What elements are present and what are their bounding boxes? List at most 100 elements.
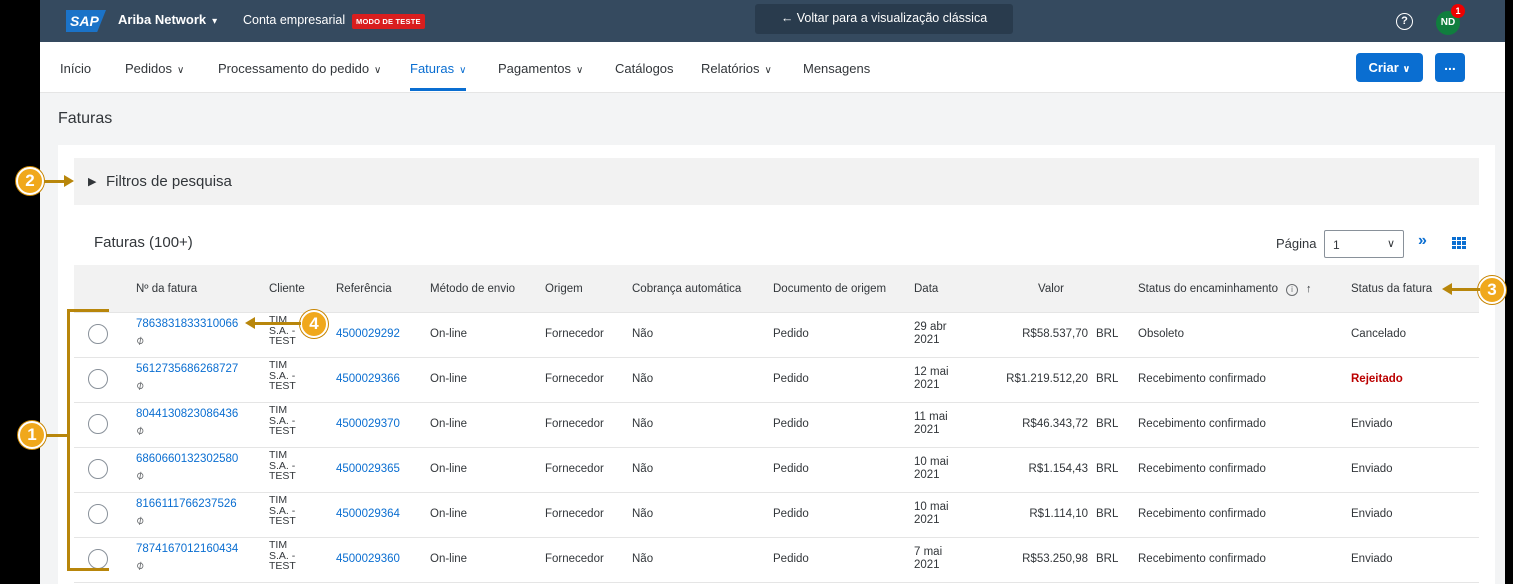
chevron-down-icon: ∨ bbox=[576, 65, 584, 76]
page-select[interactable]: 1 ∨ bbox=[1324, 230, 1404, 258]
attachment-icon[interactable]: ⌀ bbox=[133, 377, 147, 393]
auto-billing-cell: Não bbox=[632, 508, 654, 520]
reference-link[interactable]: 4500029364 bbox=[336, 508, 400, 520]
tab-label: Pedidos bbox=[125, 61, 172, 76]
attachment-icon[interactable]: ⌀ bbox=[133, 512, 147, 528]
product-switcher[interactable]: Ariba Network ▾ bbox=[118, 12, 217, 27]
client-line: TIM bbox=[269, 404, 288, 416]
routing-status-cell: Recebimento confirmado bbox=[1138, 553, 1266, 565]
table-row[interactable]: 7874167012160434 ⌀ TIM S.A. - TEST 4500029360… bbox=[74, 538, 1479, 583]
col-client[interactable]: Cliente bbox=[269, 283, 305, 295]
invoice-number-link[interactable]: 8166111766237526 bbox=[136, 498, 237, 510]
reference-link[interactable]: 4500029370 bbox=[336, 418, 400, 430]
annotation-badge-1: 1 bbox=[18, 421, 46, 449]
value-cell: R$1.219.512,20 bbox=[1006, 373, 1088, 385]
create-button[interactable]: Criar ∨ bbox=[1356, 53, 1423, 82]
date-cell: 29 abr 2021 bbox=[914, 321, 947, 347]
origin-cell: Fornecedor bbox=[545, 553, 604, 565]
send-method-cell: On-line bbox=[430, 418, 468, 430]
attachment-icon[interactable]: ⌀ bbox=[133, 332, 147, 348]
invoice-number-link[interactable]: 5612735686268727 bbox=[136, 363, 238, 375]
invoice-number-link[interactable]: 8044130823086436 bbox=[136, 408, 238, 420]
date-day: 10 mai bbox=[914, 501, 949, 513]
reference-link[interactable]: 4500029360 bbox=[336, 553, 400, 565]
table-row[interactable]: 5612735686268727 ⌀ TIM S.A. - TEST 4500029366… bbox=[74, 358, 1479, 403]
table-row[interactable]: 7863831833310066 ⌀ TIM S.A. - TEST 4500029292… bbox=[74, 313, 1479, 358]
tab-processamento[interactable]: Processamento do pedido ∨ bbox=[218, 61, 381, 76]
tab-catalogos[interactable]: Catálogos bbox=[615, 61, 674, 76]
currency-cell: BRL bbox=[1096, 328, 1119, 340]
col-date[interactable]: Data bbox=[914, 283, 938, 295]
page-value: 1 bbox=[1333, 238, 1340, 252]
col-auto-billing[interactable]: Cobrança automática bbox=[632, 283, 741, 295]
routing-status-cell: Recebimento confirmado bbox=[1138, 418, 1266, 430]
auto-billing-cell: Não bbox=[632, 418, 654, 430]
page-title: Faturas bbox=[58, 110, 113, 127]
col-invoice-no[interactable]: Nº da fatura bbox=[136, 283, 197, 295]
notification-badge[interactable]: 1 bbox=[1451, 4, 1465, 18]
client-cell: TIM S.A. - TEST bbox=[269, 450, 296, 482]
table-row[interactable]: 8044130823086436 ⌀ TIM S.A. - TEST 4500029370… bbox=[74, 403, 1479, 448]
expand-arrow-icon: ▶ bbox=[88, 176, 97, 188]
info-icon[interactable]: i bbox=[1286, 284, 1299, 296]
shell-bar: SAP Ariba Network ▾ Conta empresarial MOD… bbox=[40, 0, 1505, 42]
reference-link[interactable]: 4500029366 bbox=[336, 373, 400, 385]
col-source-doc[interactable]: Documento de origem bbox=[773, 283, 886, 295]
tab-label: Pagamentos bbox=[498, 61, 571, 76]
date-year: 2021 bbox=[914, 469, 940, 481]
value-cell: R$46.343,72 bbox=[1022, 418, 1088, 430]
search-filters-panel[interactable]: ▶ Filtros de pesquisa bbox=[74, 158, 1479, 205]
reference-link[interactable]: 4500029365 bbox=[336, 463, 400, 475]
date-cell: 11 mai 2021 bbox=[914, 411, 948, 437]
invoice-number-link[interactable]: 7874167012160434 bbox=[136, 543, 238, 555]
table-row[interactable]: 6860660132302580 ⌀ TIM S.A. - TEST 4500029365… bbox=[74, 448, 1479, 493]
classic-view-button[interactable]: ← Voltar para a visualização clássica bbox=[755, 4, 1013, 34]
table-settings-icon[interactable] bbox=[1452, 237, 1466, 249]
annotation-arrowhead-2 bbox=[64, 175, 74, 187]
tab-faturas[interactable]: Faturas ∨ bbox=[410, 61, 467, 91]
send-method-cell: On-line bbox=[430, 463, 468, 475]
account-type: Conta empresarial bbox=[243, 13, 346, 27]
value-cell: R$1.154,43 bbox=[1028, 463, 1088, 475]
auto-billing-cell: Não bbox=[632, 553, 654, 565]
attachment-icon[interactable]: ⌀ bbox=[133, 467, 147, 483]
table-row[interactable]: 8166111766237526 ⌀ TIM S.A. - TEST 4500029364… bbox=[74, 493, 1479, 538]
col-value[interactable]: Valor bbox=[1038, 283, 1064, 295]
col-send-method[interactable]: Método de envio bbox=[430, 283, 515, 295]
tab-mensagens[interactable]: Mensagens bbox=[803, 61, 870, 76]
routing-status-cell: Recebimento confirmado bbox=[1138, 508, 1266, 520]
col-origin[interactable]: Origem bbox=[545, 283, 583, 295]
tab-pedidos[interactable]: Pedidos ∨ bbox=[125, 61, 184, 76]
client-line: TIM bbox=[269, 359, 288, 371]
invoice-number-link[interactable]: 6860660132302580 bbox=[136, 453, 238, 465]
client-line: TEST bbox=[269, 380, 296, 392]
col-invoice-status[interactable]: Status da fatura bbox=[1351, 283, 1432, 295]
source-doc-cell: Pedido bbox=[773, 508, 809, 520]
date-cell: 10 mai 2021 bbox=[914, 501, 949, 527]
tab-inicio[interactable]: Início bbox=[60, 61, 91, 76]
date-day: 7 mai bbox=[914, 546, 943, 558]
reference-link[interactable]: 4500029292 bbox=[336, 328, 400, 340]
origin-cell: Fornecedor bbox=[545, 463, 604, 475]
tab-pagamentos[interactable]: Pagamentos ∨ bbox=[498, 61, 583, 76]
next-page-icon[interactable]: » bbox=[1418, 232, 1427, 250]
tab-relatorios[interactable]: Relatórios ∨ bbox=[701, 61, 772, 76]
source-doc-cell: Pedido bbox=[773, 463, 809, 475]
col-reference[interactable]: Referência bbox=[336, 283, 392, 295]
routing-status-cell: Recebimento confirmado bbox=[1138, 463, 1266, 475]
help-icon[interactable]: ? bbox=[1396, 13, 1413, 30]
tab-label: Início bbox=[60, 61, 92, 76]
attachment-icon[interactable]: ⌀ bbox=[133, 557, 147, 573]
invoice-number-link[interactable]: 7863831833310066 bbox=[136, 318, 238, 330]
date-day: 12 mai bbox=[914, 366, 949, 378]
more-button[interactable]: ... bbox=[1435, 53, 1465, 82]
origin-cell: Fornecedor bbox=[545, 508, 604, 520]
attachment-icon[interactable]: ⌀ bbox=[133, 422, 147, 438]
col-routing-status[interactable]: Status do encaminhamento i ↑ bbox=[1138, 283, 1312, 296]
date-day: 10 mai bbox=[914, 456, 949, 468]
tab-label: Relatórios bbox=[701, 61, 760, 76]
annotation-badge-4: 4 bbox=[300, 310, 328, 338]
client-line: TEST bbox=[269, 560, 296, 572]
sort-arrow-icon[interactable]: ↑ bbox=[1306, 283, 1312, 295]
date-cell: 7 mai 2021 bbox=[914, 546, 942, 572]
